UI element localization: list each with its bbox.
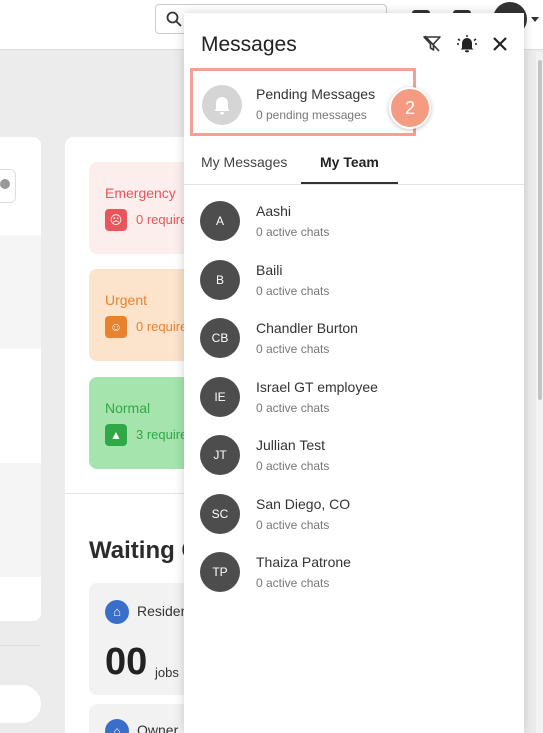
list-row[interactable] <box>0 235 41 349</box>
member-name: Thaiza Patrone <box>256 554 351 570</box>
clear-icon[interactable] <box>0 179 10 189</box>
avatar: CB <box>200 318 240 358</box>
search-icon <box>166 11 182 27</box>
team-list: A Aashi 0 active chats B Baili 0 active … <box>184 200 524 610</box>
pending-title: Pending Messages <box>256 86 376 102</box>
list-item[interactable]: JT Jullian Test 0 active chats <box>184 434 524 493</box>
scrollbar-thumb[interactable] <box>538 60 542 400</box>
priority-status: 0 require <box>136 212 188 227</box>
owner-card[interactable]: ⌂ Owner <box>89 704 195 733</box>
member-name: Chandler Burton <box>256 320 358 336</box>
bell-icon <box>202 85 242 125</box>
member-name: Baili <box>256 261 283 278</box>
home-icon: ⌂ <box>105 600 129 624</box>
normal-card[interactable]: Normal ▲ 3 require <box>89 377 195 469</box>
member-status: 0 active chats <box>256 576 330 590</box>
list-item[interactable]: SC San Diego, CO 0 active chats <box>184 493 524 552</box>
bell-ring-icon <box>457 35 477 53</box>
priority-status: 3 require <box>136 427 188 442</box>
chevron-down-icon[interactable] <box>531 17 539 22</box>
priority-label: Normal <box>105 400 151 416</box>
active-tab-indicator <box>301 182 398 184</box>
resident-label: Residen <box>137 603 189 619</box>
avatar: SC <box>200 493 240 534</box>
notifications-button[interactable] <box>456 33 478 55</box>
member-status: 0 active chats <box>256 459 330 473</box>
avatar: B <box>200 259 240 300</box>
list-item[interactable]: IE Israel GT employee 0 active chats <box>184 376 524 435</box>
tab-my-team[interactable]: My Team <box>320 154 379 170</box>
face-icon: ☹ <box>105 209 127 231</box>
message-tabs: My Messages My Team <box>184 149 524 185</box>
divider <box>65 493 195 494</box>
pill-button[interactable] <box>0 685 41 723</box>
emergency-card[interactable]: Emergency ☹ 0 require <box>89 162 195 254</box>
pending-count: 0 pending messages <box>256 108 367 122</box>
member-status: 0 active chats <box>256 283 330 298</box>
member-status: 0 active chats <box>256 400 330 415</box>
priority-status: 0 require <box>136 319 188 334</box>
background-left-card <box>0 137 41 621</box>
avatar: A <box>200 201 240 241</box>
avatar: TP <box>200 552 240 592</box>
section-title: Waiting C <box>89 537 195 564</box>
tab-my-messages[interactable]: My Messages <box>201 154 287 170</box>
close-icon <box>493 37 507 51</box>
member-name: Israel GT employee <box>256 378 378 395</box>
pending-messages-item[interactable]: Pending Messages 0 pending messages <box>190 68 416 136</box>
member-status: 0 active chats <box>256 517 330 532</box>
close-button[interactable] <box>489 33 511 55</box>
member-status: 0 active chats <box>256 342 330 356</box>
member-status: 0 active chats <box>256 225 330 239</box>
mute-filter-button[interactable] <box>421 33 443 55</box>
avatar: IE <box>200 376 240 417</box>
warning-icon: ▲ <box>105 424 127 446</box>
list-item[interactable]: CB Chandler Burton 0 active chats <box>184 317 524 376</box>
panel-title: Messages <box>201 33 297 56</box>
dashboard-card: Emergency ☹ 0 require Urgent ☺ 0 require… <box>65 137 195 733</box>
priority-label: Emergency <box>105 185 176 201</box>
owner-label: Owner <box>137 722 179 733</box>
list-item[interactable]: A Aashi 0 active chats <box>184 200 524 259</box>
face-icon: ☺ <box>105 316 127 338</box>
list-row[interactable] <box>0 349 41 463</box>
list-row[interactable] <box>0 463 41 577</box>
member-name: Jullian Test <box>256 437 326 453</box>
resident-count: 00 <box>105 641 148 683</box>
list-item[interactable]: B Baili 0 active chats <box>184 259 524 318</box>
resident-unit: jobs <box>155 665 179 680</box>
member-name: San Diego, CO <box>256 495 351 512</box>
divider <box>0 645 41 646</box>
building-icon: ⌂ <box>105 719 129 733</box>
priority-label: Urgent <box>105 292 148 308</box>
urgent-card[interactable]: Urgent ☺ 0 require <box>89 269 195 361</box>
member-name: Aashi <box>256 203 292 219</box>
resident-card[interactable]: ⌂ Residen 00 jobs <box>89 583 195 695</box>
list-item[interactable]: TP Thaiza Patrone 0 active chats <box>184 551 524 610</box>
step-badge: 2 <box>389 87 431 129</box>
filter-off-icon <box>423 35 441 52</box>
messages-panel: Messages Pending Messages 0 pending mess… <box>184 13 524 733</box>
avatar: JT <box>200 435 240 475</box>
